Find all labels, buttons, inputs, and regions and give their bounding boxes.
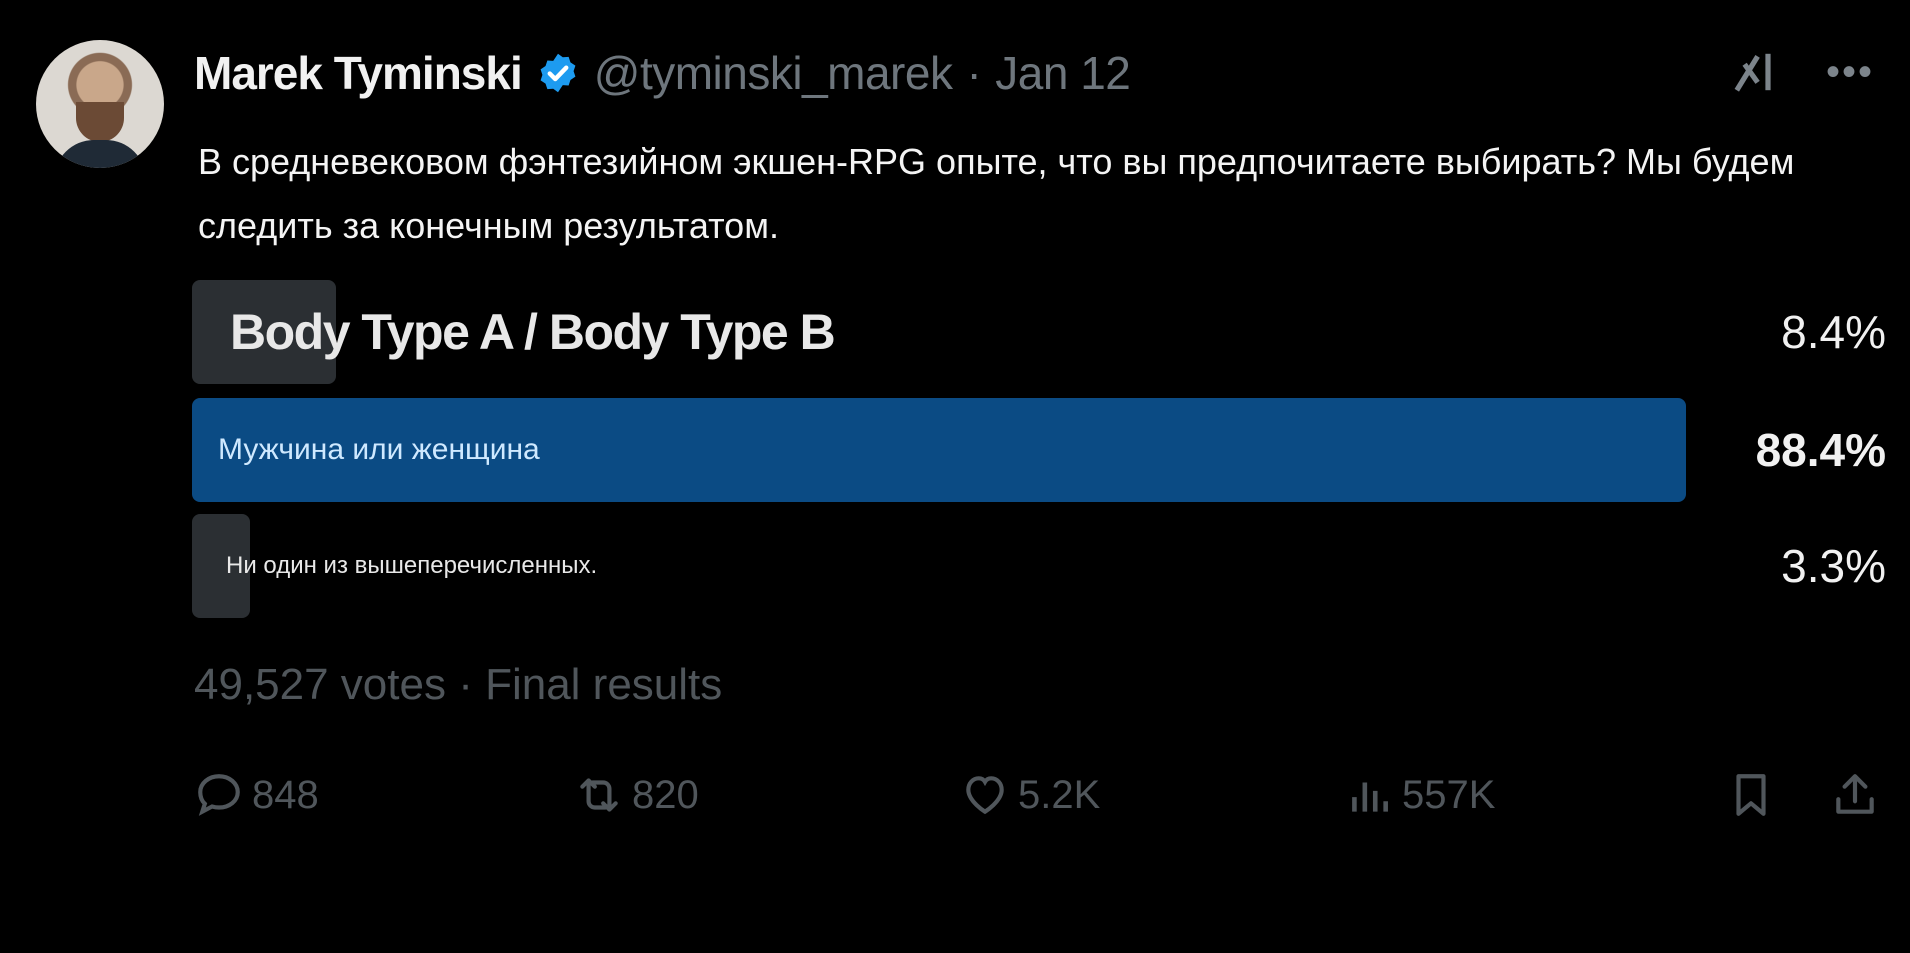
post-text: В средневековом фэнтезийном экшен-RPG оп… <box>198 141 1795 246</box>
poll-votes-summary: 49,527 votes · Final results <box>194 660 723 709</box>
poll-option-label: Ни один из вышеперечисленных. <box>226 552 598 579</box>
share-icon <box>1836 774 1874 814</box>
views-button[interactable]: 557K <box>1344 770 1495 820</box>
separator: · <box>966 47 982 99</box>
bookmark-button[interactable] <box>1726 770 1776 820</box>
action-bar: 848 820 5.2K 557K <box>194 770 1886 830</box>
avatar[interactable] <box>36 40 164 168</box>
avatar-beard <box>76 102 124 142</box>
poll-option-2: Мужчина или женщина 88.4% <box>192 398 1886 502</box>
poll-option-label: Body Type A / Body Type B <box>230 304 836 360</box>
reply-count: 848 <box>252 772 319 817</box>
views-count: 557K <box>1402 772 1496 817</box>
bookmark-icon <box>1736 774 1766 816</box>
post-header: Marek Tyminski @tyminski_marek · Jan 12 <box>194 44 1131 102</box>
like-icon <box>966 776 1004 815</box>
poll-option-1: Body Type A / Body Type B 8.4% <box>192 280 1886 384</box>
reply-button[interactable]: 848 <box>194 770 319 820</box>
avatar-shirt <box>54 140 146 168</box>
post-date[interactable]: Jan 12 <box>995 46 1131 100</box>
author-name[interactable]: Marek Tyminski <box>194 46 523 100</box>
poll-option-percent: 8.4% <box>1781 306 1886 358</box>
author-handle[interactable]: @tyminski_marek <box>594 46 953 100</box>
poll-option-percent: 88.4% <box>1755 424 1886 476</box>
poll-option-percent: 3.3% <box>1781 540 1886 592</box>
poll-option-3: Ни один из вышеперечисленных. 3.3% <box>192 514 1886 618</box>
like-count: 5.2K <box>1018 772 1101 817</box>
share-button[interactable] <box>1830 770 1880 820</box>
more-icon[interactable]: ••• <box>1826 50 1874 95</box>
views-icon <box>1352 782 1388 812</box>
repost-count: 820 <box>632 772 699 817</box>
repost-button[interactable]: 820 <box>574 770 699 820</box>
like-button[interactable]: 5.2K <box>960 770 1100 820</box>
grok-icon[interactable] <box>1728 46 1782 98</box>
verified-badge-icon <box>540 53 576 93</box>
poll-option-label: Мужчина или женщина <box>218 433 540 466</box>
repost-icon <box>580 778 618 812</box>
reply-icon <box>198 774 240 816</box>
